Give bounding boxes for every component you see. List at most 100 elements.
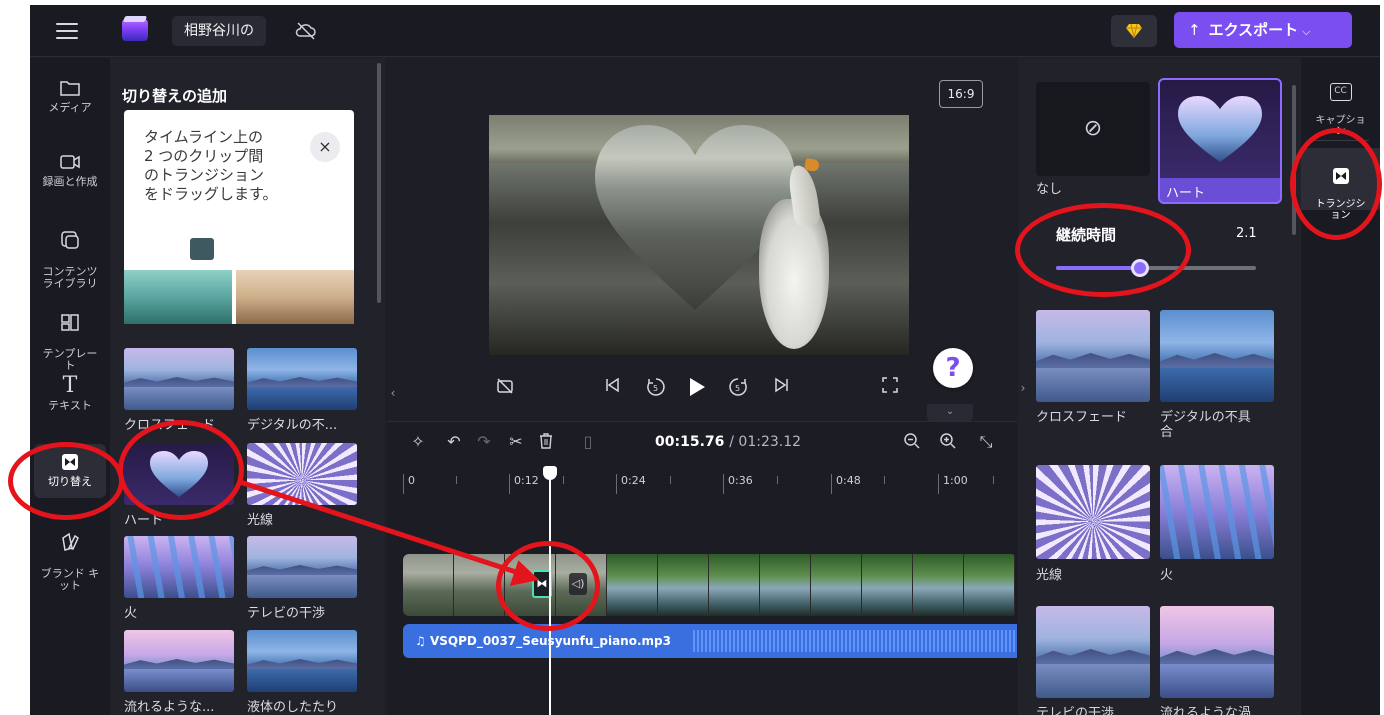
zoom-in-icon[interactable] (939, 432, 961, 450)
skip-back-icon[interactable] (603, 376, 621, 400)
prop-thumb-flowing-swirl[interactable] (1160, 606, 1274, 698)
nav-label-templates: テンプレー ト (42, 347, 98, 372)
nav-item-media[interactable]: メディア (30, 78, 110, 114)
transition-thumb-tv-interference[interactable] (247, 536, 357, 598)
timeline: ✧ ↶ ↷ ✂ ▯ 00:15.76 / 01:23.12 ⤡ 0 0:12 0… (387, 421, 1017, 715)
export-button[interactable]: ↑ エクスポート ⌵ (1174, 12, 1352, 48)
folder-icon (60, 81, 80, 96)
close-icon[interactable]: × (310, 132, 340, 162)
aspect-ratio-button[interactable]: 16:9 (939, 80, 983, 108)
ruler-tick: 0:12 (509, 474, 539, 494)
transition-label-heart: ハート (124, 513, 164, 528)
timecode: 00:15.76 / 01:23.12 (655, 434, 801, 450)
transition-thumb-liquid-drip[interactable] (247, 630, 357, 692)
editor-center: 16:9 5 5 ? ‹ ⌄ ✧ ↶ ↷ ✂ ▯ 00:15.76 / 01:2… (387, 58, 1017, 715)
collapse-left-panel-icon[interactable]: ‹ (387, 368, 399, 418)
tip-illustration (124, 270, 354, 324)
transition-label-crossfade: クロスフェード (124, 418, 216, 433)
rail-label-captions: キャプショ ン (1315, 115, 1366, 137)
transition-thumb-fire[interactable] (124, 536, 234, 598)
rail-item-captions[interactable]: CC キャプショ ン (1301, 72, 1380, 137)
content-library-icon (61, 231, 79, 249)
timeline-ruler[interactable]: 0 0:12 0:24 0:36 0:48 1:00 (403, 470, 1013, 500)
properties-scrollbar[interactable] (1292, 85, 1296, 235)
svg-text:5: 5 (735, 384, 740, 393)
nav-item-transitions[interactable]: 切り替え (34, 444, 106, 498)
magic-edit-icon[interactable]: ✧ (407, 432, 429, 451)
nav-label-text: テキスト (48, 399, 92, 412)
prop-thumb-light-rays[interactable] (1036, 465, 1150, 559)
transition-thumb-light-rays[interactable] (247, 443, 357, 505)
prop-thumb-tv-interference[interactable] (1036, 606, 1150, 698)
transitions-panel: 切り替えの追加 タイムライン上の 2 つのクリップ間 のトランジション をドラッ… (110, 58, 385, 715)
transition-icon (1332, 168, 1349, 184)
transition-label-fire: 火 (124, 606, 138, 621)
svg-text:5: 5 (653, 384, 658, 393)
no-transition-option[interactable]: ⊘ (1036, 82, 1150, 176)
prop-thumb-fire[interactable] (1160, 465, 1274, 559)
playhead[interactable] (543, 466, 557, 715)
forward-5s-icon[interactable]: 5 (727, 376, 749, 400)
nav-item-record[interactable]: 録画と作成 (30, 152, 110, 188)
scissors-icon[interactable]: ✂ (505, 432, 527, 451)
project-title[interactable]: 相野谷川の (172, 16, 266, 46)
prop-thumb-crossfade[interactable] (1036, 310, 1150, 402)
nav-item-content-library[interactable]: コンテンツ ライブラリ (30, 218, 110, 290)
rewind-5s-icon[interactable]: 5 (645, 376, 667, 400)
prop-label-light-rays: 光線 (1036, 568, 1063, 583)
collapse-preview-icon[interactable]: ⌄ (927, 404, 973, 422)
undo-icon[interactable]: ↶ (443, 432, 465, 451)
play-icon[interactable] (687, 376, 707, 400)
transition-thumb-crossfade[interactable] (124, 348, 234, 410)
properties-panel: ⊘ なし ハート 継続時間 2.1 クロスフェード デジタルの不具 合 光線 火… (1018, 58, 1301, 715)
audio-clip-name: ♫ VSQPD_0037_Seusyunfu_piano.mp3 (415, 624, 671, 658)
video-preview (489, 115, 909, 355)
video-track[interactable] (403, 554, 1017, 616)
zoom-out-icon[interactable] (903, 432, 925, 450)
transition-thumb-flowing[interactable] (124, 630, 234, 692)
skip-forward-icon[interactable] (773, 376, 791, 400)
upload-arrow-icon: ↑ (1188, 21, 1201, 39)
cloud-off-icon[interactable] (295, 21, 317, 41)
speaker-icon[interactable]: ◁) (569, 573, 587, 595)
transition-label-liquid-drip: 液体のしたたり (247, 700, 339, 715)
help-button[interactable]: ? (933, 348, 973, 388)
transition-thumb-heart[interactable] (124, 443, 234, 505)
fullscreen-icon[interactable] (881, 376, 899, 400)
redo-icon[interactable]: ↷ (473, 432, 495, 451)
video-camera-icon (60, 155, 80, 169)
nav-label-transitions: 切り替え (48, 475, 92, 488)
panel-title: 切り替えの追加 (122, 87, 228, 105)
rail-label-transitions: トランジシ ョン (1315, 199, 1366, 221)
transition-thumb-digital-glitch[interactable] (247, 348, 357, 410)
app-logo (122, 19, 148, 41)
brand-kit-icon (62, 532, 79, 551)
prop-label-flowing-swirl: 流れるような渦 (1160, 706, 1252, 715)
nav-item-brand-kit[interactable]: ブランド キ ット (30, 520, 110, 592)
prop-thumb-digital-glitch[interactable] (1160, 310, 1274, 402)
heart-transition-option-selected[interactable]: ハート (1158, 78, 1282, 204)
none-icon: ⊘ (1083, 116, 1103, 141)
music-note-icon: ♫ (415, 634, 430, 648)
panel-scrollbar[interactable] (377, 63, 381, 303)
none-label: なし (1036, 182, 1063, 197)
trash-icon[interactable] (537, 432, 559, 450)
screenshot-off-icon[interactable] (495, 376, 515, 400)
hamburger-menu-icon[interactable] (56, 23, 78, 39)
total-time: / 01:23.12 (729, 434, 802, 450)
rail-item-transitions[interactable]: トランジシ ョン (1301, 148, 1380, 221)
collapse-right-panel-icon[interactable]: › (1018, 368, 1028, 408)
duration-slider-knob[interactable] (1131, 259, 1149, 277)
nav-item-text[interactable]: T テキスト (30, 375, 110, 412)
premium-button[interactable] (1111, 15, 1157, 47)
fit-timeline-icon[interactable]: ⤡ (975, 432, 997, 452)
add-clip-icon[interactable]: ▯ (577, 432, 599, 451)
nav-item-templates[interactable]: テンプレー ト (30, 300, 110, 372)
right-rail: CC キャプショ ン トランジシ ョン (1301, 58, 1380, 715)
current-time: 00:15.76 (655, 434, 725, 450)
duration-slider[interactable] (1056, 259, 1256, 277)
closed-captions-icon: CC (1329, 83, 1352, 101)
audio-track[interactable]: ♫ VSQPD_0037_Seusyunfu_piano.mp3 (403, 624, 1017, 658)
transition-label-flowing: 流れるような... (124, 700, 215, 715)
ruler-tick: 0:24 (616, 474, 646, 494)
